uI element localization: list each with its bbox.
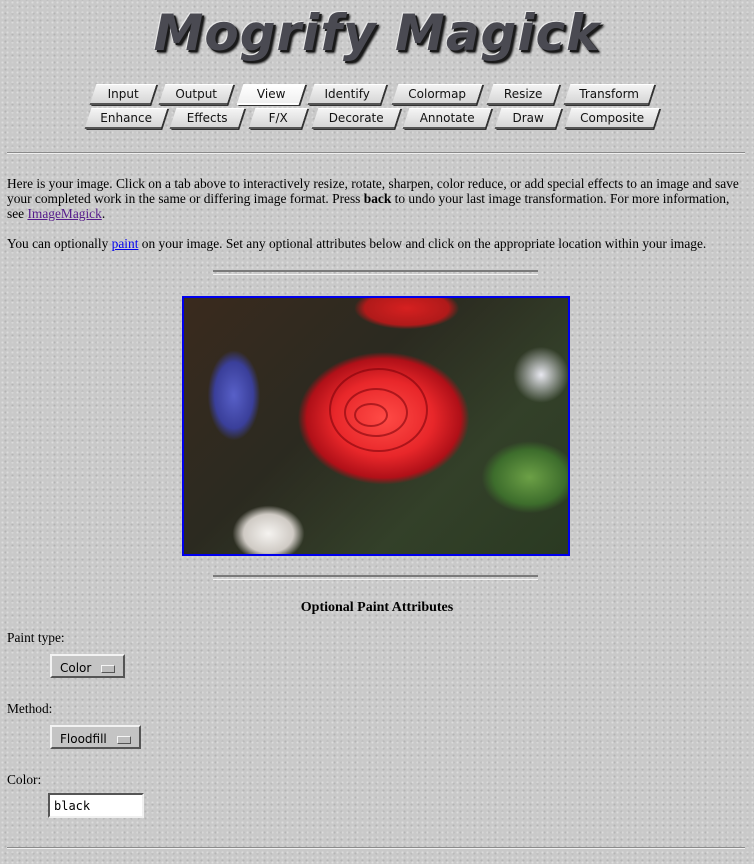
intro-paragraph: Here is your image. Click on a tab above… [7, 176, 739, 221]
tab-enhance[interactable]: Enhance [84, 108, 168, 129]
divider-top [7, 152, 745, 154]
method-select[interactable]: Floodfill [50, 725, 141, 749]
tab-draw[interactable]: Draw [494, 108, 562, 129]
tab-input[interactable]: Input [89, 84, 157, 105]
color-label: Color: [7, 772, 42, 787]
option-menu-indicator-icon [116, 735, 131, 744]
paint-type-select[interactable]: Color [50, 654, 126, 678]
divider-bottom [7, 847, 745, 849]
paint-note-paragraph: You can optionally paint on your image. … [7, 236, 707, 251]
tab-colormap[interactable]: Colormap [391, 84, 483, 105]
rose-image[interactable] [182, 296, 570, 556]
paint-type-label: Paint type: [7, 630, 65, 645]
tab-output[interactable]: Output [158, 84, 234, 105]
tab-transform[interactable]: Transform [563, 84, 655, 105]
tab-effects[interactable]: Effects [169, 108, 245, 129]
tab-annotate[interactable]: Annotate [402, 108, 492, 129]
method-label: Method: [7, 701, 53, 716]
tab-row-2: Enhance Effects F/X Decorate Annotate Dr… [0, 106, 754, 129]
tab-decorate[interactable]: Decorate [311, 108, 401, 129]
paint-link[interactable]: paint [112, 236, 139, 251]
tab-resize[interactable]: Resize [486, 84, 560, 105]
option-menu-indicator-icon [101, 664, 116, 673]
paint-attributes-title: Optional Paint Attributes [300, 600, 454, 615]
tab-row-1: Input Output View Identify Colormap Resi… [0, 82, 754, 105]
divider-above-image [213, 270, 538, 275]
tab-identify[interactable]: Identify [307, 84, 387, 105]
imagemagick-link[interactable]: ImageMagick [27, 206, 101, 221]
tab-fx[interactable]: F/X [248, 108, 308, 129]
divider-below-image [213, 575, 538, 580]
back-keyword: back [363, 191, 392, 206]
tab-view[interactable]: View [236, 84, 306, 105]
tab-composite[interactable]: Composite [564, 108, 660, 129]
color-input[interactable] [48, 793, 144, 818]
logo: Mogrify Magick [153, 4, 601, 62]
